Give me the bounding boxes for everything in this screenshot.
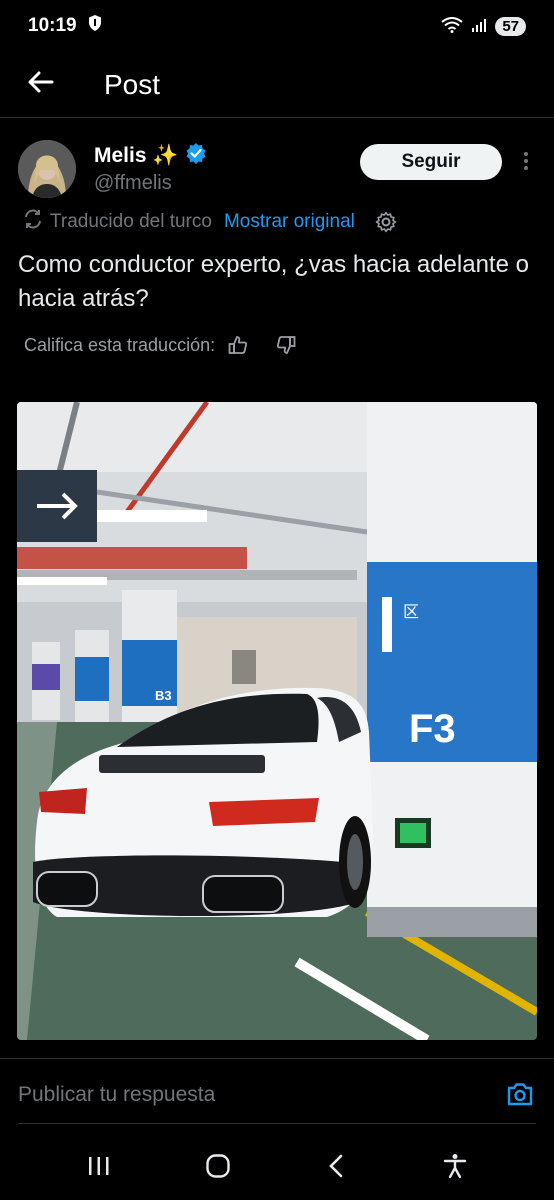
avatar[interactable]	[18, 140, 76, 198]
post-image[interactable]: B3 区 F3	[17, 402, 537, 1040]
pillar-label: F3	[409, 707, 456, 751]
shield-icon	[87, 14, 103, 38]
status-time: 10:19	[28, 15, 77, 36]
translate-icon	[22, 208, 44, 236]
back-button[interactable]	[0, 52, 80, 118]
recents-icon	[86, 1155, 112, 1182]
post-text: Como conductor experto, ¿vas hacia adela…	[18, 251, 529, 312]
thumbs-down-icon[interactable]	[275, 334, 297, 356]
author-name[interactable]: Melis ✨	[94, 144, 179, 168]
translation-rating: Califica esta traducción:	[24, 334, 297, 356]
translated-label: Traducido del turco	[50, 211, 212, 232]
accessibility-icon	[443, 1153, 467, 1184]
system-nav-bar	[0, 1136, 554, 1200]
divider	[18, 1123, 536, 1124]
page-title: Post	[104, 68, 161, 100]
more-vertical-icon	[523, 151, 529, 176]
author-handle[interactable]: @ffmelis	[94, 172, 172, 195]
svg-text:区: 区	[403, 604, 419, 621]
signal-icon	[471, 17, 487, 36]
thumbs-up-icon[interactable]	[227, 334, 249, 356]
accessibility-button[interactable]	[425, 1138, 485, 1198]
post-header: Post	[0, 52, 554, 118]
show-original-link[interactable]: Mostrar original	[224, 211, 355, 233]
pillar-label-back: B3	[155, 688, 172, 703]
back-nav-button[interactable]	[306, 1138, 366, 1198]
home-button[interactable]	[188, 1138, 248, 1198]
wifi-icon	[441, 16, 463, 36]
gear-icon[interactable]	[375, 211, 397, 233]
rating-label: Califica esta traducción:	[24, 334, 216, 355]
home-circle-icon	[205, 1153, 231, 1184]
author-row: Melis ✨ @ffmelis Seguir	[18, 138, 536, 200]
camera-icon[interactable]	[506, 1081, 534, 1112]
follow-button[interactable]: Seguir	[360, 144, 502, 180]
recent-apps-button[interactable]	[69, 1138, 129, 1198]
more-options-button[interactable]	[516, 148, 536, 178]
reply-input[interactable]: Publicar tu respuesta	[18, 1083, 215, 1107]
verified-badge-icon	[185, 142, 207, 170]
reply-bar: Publicar tu respuesta	[0, 1058, 554, 1136]
chevron-left-icon	[327, 1153, 345, 1184]
status-bar: 10:19 57	[0, 0, 554, 52]
arrow-left-icon	[26, 70, 54, 99]
battery-indicator: 57	[495, 16, 526, 36]
translation-row: Traducido del turco Mostrar original	[22, 208, 397, 236]
